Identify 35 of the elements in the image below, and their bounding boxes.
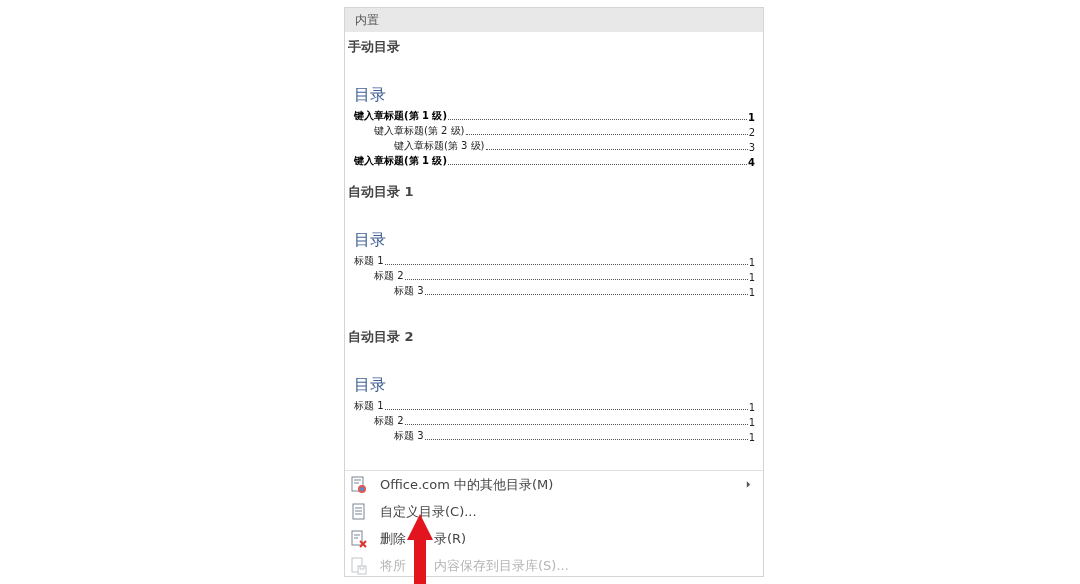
page-number: 1 [748, 272, 755, 283]
page-number: 1 [748, 112, 755, 123]
toc-preview-heading: 目录 [354, 229, 387, 251]
menu-item-text[interactable]: 自定义目录(C)... [380, 502, 477, 521]
page-number: 4 [748, 157, 755, 168]
page-number: 1 [748, 432, 755, 443]
document-save-icon [350, 556, 368, 575]
page-number: 1 [748, 402, 755, 413]
section-header: 内置 [345, 8, 763, 32]
toc-entry-text: 标题 2 [374, 414, 404, 428]
toc-entry-text: 键入章标题(第 1 级) [354, 109, 448, 123]
toc-entry-text: 键入章标题(第 1 级) [354, 154, 448, 168]
gallery-item-title[interactable]: 自动目录 1 [345, 181, 763, 203]
menu-item-text[interactable]: Office.com 中的其他目录(M) [380, 475, 554, 494]
page-number: 1 [748, 287, 755, 298]
gallery-item-title[interactable]: 手动目录 [345, 36, 763, 58]
page-number: 1 [748, 417, 755, 428]
page-number: 2 [748, 127, 755, 138]
toc-entry-text: 标题 3 [394, 284, 424, 298]
gallery-item-title[interactable]: 自动目录 2 [345, 326, 763, 348]
toc-entry-text: 标题 2 [374, 269, 404, 283]
toc-entry-text: 标题 1 [354, 399, 384, 413]
menu-item-text[interactable]: 删除 [380, 529, 406, 548]
toc-entry-text: 标题 1 [354, 254, 384, 268]
toc-entry-text: 键入章标题(第 2 级) [374, 124, 465, 138]
document-delete-icon [350, 529, 368, 548]
toc-entry-text: 标题 3 [394, 429, 424, 443]
document-globe-icon [350, 475, 368, 494]
toc-entry-text: 键入章标题(第 3 级) [394, 139, 485, 153]
document-icon [350, 502, 368, 521]
menu-item-text[interactable]: 录(R) [434, 529, 467, 548]
page-number: 1 [748, 257, 755, 268]
toc-preview-heading: 目录 [354, 374, 387, 396]
page-number: 3 [748, 142, 755, 153]
toc-preview-heading: 目录 [354, 84, 387, 106]
